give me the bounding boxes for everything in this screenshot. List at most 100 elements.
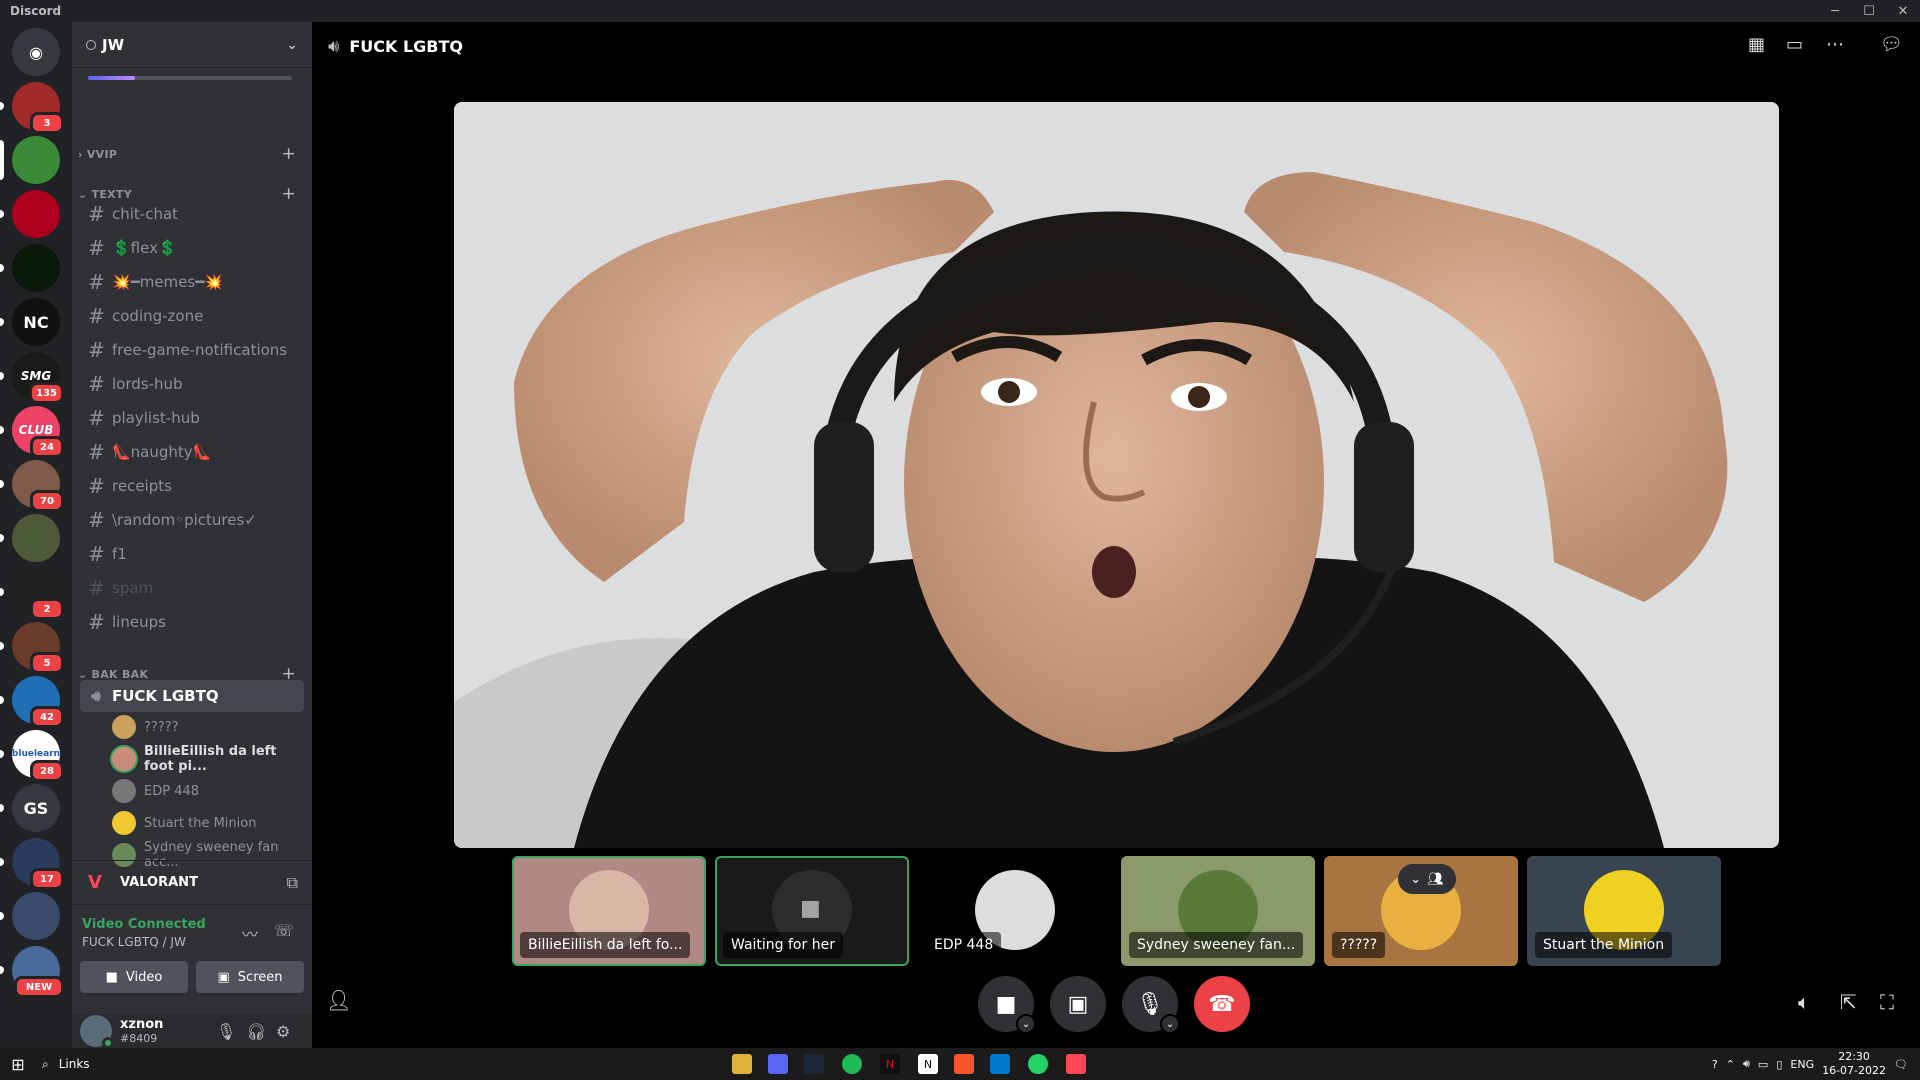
- more-icon[interactable]: ⋯: [1826, 34, 1844, 55]
- minimize-button[interactable]: ─: [1818, 0, 1852, 22]
- screen-button[interactable]: ▣ Screen: [196, 961, 304, 993]
- windows-start-icon[interactable]: ⊞: [0, 1048, 36, 1080]
- server-icon[interactable]: 3: [12, 82, 64, 134]
- valorant-taskbar-icon[interactable]: [1066, 1054, 1086, 1074]
- participant-tile[interactable]: Sydney sweeney fan...: [1121, 856, 1315, 966]
- battery-icon[interactable]: ▯: [1776, 1058, 1782, 1071]
- channel-label: coding-zone: [112, 307, 204, 325]
- spotify-icon[interactable]: [842, 1054, 862, 1074]
- fullscreen-icon[interactable]: ⛶: [1880, 990, 1894, 1014]
- server-icon[interactable]: ◉: [12, 28, 60, 76]
- chevron-down-icon[interactable]: ⌄: [1016, 1014, 1036, 1034]
- voice-user[interactable]: ?????: [112, 712, 308, 742]
- server-icon[interactable]: 2: [12, 568, 64, 620]
- steam-icon[interactable]: [804, 1054, 824, 1074]
- voice-channel[interactable]: 🔊︎ FUCK LGBTQ: [80, 680, 304, 712]
- server-icon[interactable]: [12, 136, 60, 184]
- participant-tile[interactable]: Stuart the Minion: [1527, 856, 1721, 966]
- server-icon[interactable]: [12, 892, 60, 940]
- text-channel[interactable]: # free-game-notifications: [80, 334, 304, 366]
- server-icon[interactable]: 42: [12, 676, 64, 728]
- server-icon[interactable]: [12, 190, 60, 238]
- chevron-down-icon[interactable]: ⌄: [286, 37, 298, 53]
- volume-icon[interactable]: 🔈︎: [1798, 990, 1810, 1014]
- maximize-button[interactable]: ☐: [1852, 0, 1886, 22]
- voice-user[interactable]: BillieEillish da left foot pi...: [112, 744, 308, 774]
- text-channel[interactable]: # 💲flex💲: [80, 232, 304, 264]
- share-screen-button[interactable]: ▣: [1050, 976, 1106, 1032]
- headphones-icon[interactable]: 🎧︎: [246, 1022, 266, 1041]
- help-icon[interactable]: ?: [1712, 1058, 1718, 1071]
- server-icon[interactable]: bluelearn 28: [12, 730, 64, 782]
- unread-badge: 42: [30, 706, 64, 728]
- voice-user-name: EDP 448: [144, 783, 200, 799]
- disconnect-button[interactable]: ☎: [1194, 976, 1250, 1032]
- participant-tile[interactable]: EDP 448: [918, 856, 1112, 966]
- volume-icon[interactable]: 🔊︎: [1743, 1057, 1750, 1071]
- server-header[interactable]: JW ⌄: [72, 22, 312, 68]
- participant-tile[interactable]: BillieEillish da left fo...: [512, 856, 706, 966]
- avatar: [112, 779, 136, 803]
- voice-user[interactable]: Stuart the Minion: [112, 808, 308, 838]
- text-channel[interactable]: # spam: [80, 572, 304, 604]
- voice-location[interactable]: FUCK LGBTQ / JW: [82, 935, 186, 949]
- voice-user[interactable]: EDP 448: [112, 776, 308, 806]
- text-channel[interactable]: # chit-chat: [80, 198, 304, 230]
- file-explorer-icon[interactable]: [732, 1054, 752, 1074]
- whatsapp-icon[interactable]: [1028, 1054, 1048, 1074]
- text-channel[interactable]: # 💥━memes━💥: [80, 266, 304, 298]
- taskbar-search[interactable]: ⌕ Links: [42, 1057, 90, 1072]
- camera-button[interactable]: ■ ⌄: [978, 976, 1036, 1034]
- text-channel[interactable]: # lineups: [80, 606, 304, 638]
- video-button[interactable]: ■ Video: [80, 961, 188, 993]
- focused-video[interactable]: [454, 102, 1779, 848]
- language-indicator[interactable]: ENG: [1790, 1058, 1814, 1071]
- collapse-participants-button[interactable]: ⌄ 👥︎: [1398, 864, 1456, 894]
- noise-suppression-icon[interactable]: 〰: [242, 921, 258, 945]
- text-channel[interactable]: # \random◦pictures✓: [80, 504, 304, 536]
- chevron-up-icon[interactable]: ⌃: [1726, 1058, 1735, 1071]
- text-channel[interactable]: # f1: [80, 538, 304, 570]
- grid-icon[interactable]: ▦: [1748, 34, 1765, 55]
- close-button[interactable]: ✕: [1886, 0, 1920, 22]
- avatar[interactable]: [80, 1015, 114, 1049]
- brave-icon[interactable]: [954, 1054, 974, 1074]
- add-channel-icon[interactable]: +: [281, 144, 296, 164]
- text-channel[interactable]: # coding-zone: [80, 300, 304, 332]
- participant-tile[interactable]: ■ Waiting for her: [715, 856, 909, 966]
- gear-icon[interactable]: ⚙: [276, 1022, 290, 1041]
- popout-icon[interactable]: ⇱: [1840, 990, 1857, 1014]
- text-channel[interactable]: # playlist-hub: [80, 402, 304, 434]
- clock[interactable]: 22:30 16-07-2022: [1822, 1050, 1886, 1078]
- text-channel[interactable]: # lords-hub: [80, 368, 304, 400]
- microphone-icon[interactable]: 🎙︎: [216, 1022, 236, 1041]
- server-icon[interactable]: GS: [12, 784, 60, 832]
- category-vvip[interactable]: › VVIP +: [72, 144, 312, 164]
- notification-icon[interactable]: 🗨︎: [1894, 1058, 1908, 1071]
- channel-label: f1: [112, 545, 127, 563]
- text-channel[interactable]: # receipts: [80, 470, 304, 502]
- popout-icon[interactable]: ▭: [1786, 34, 1803, 55]
- notion-icon[interactable]: N: [918, 1054, 938, 1074]
- chat-icon[interactable]: 💬︎: [1880, 34, 1903, 55]
- screen-share-icon[interactable]: ⧉: [287, 873, 298, 893]
- server-icon[interactable]: SMG 135: [12, 352, 64, 404]
- text-channel[interactable]: # 👠naughty👠: [80, 436, 304, 468]
- chevron-down-icon[interactable]: ⌄: [1160, 1014, 1180, 1034]
- user-panel: xznon #8409 🎙︎ 🎧︎ ⚙: [72, 1014, 312, 1049]
- server-icon[interactable]: [12, 244, 60, 292]
- server-icon[interactable]: 5: [12, 622, 64, 674]
- server-icon[interactable]: NC: [12, 298, 60, 346]
- vscode-icon[interactable]: [990, 1054, 1010, 1074]
- netflix-icon[interactable]: N: [880, 1054, 900, 1074]
- server-icon[interactable]: NEW: [12, 946, 64, 998]
- add-person-icon[interactable]: 👤︎: [326, 988, 351, 1012]
- disconnect-icon[interactable]: ☏: [274, 921, 294, 940]
- server-icon[interactable]: 70: [12, 460, 64, 512]
- server-icon[interactable]: 17: [12, 838, 64, 890]
- server-icon[interactable]: [12, 514, 60, 562]
- server-icon[interactable]: CLUB 24: [12, 406, 64, 458]
- microphone-button[interactable]: 🎙︎ ⌄: [1122, 976, 1180, 1034]
- network-icon[interactable]: ▭: [1758, 1058, 1768, 1071]
- discord-taskbar-icon[interactable]: [768, 1054, 788, 1074]
